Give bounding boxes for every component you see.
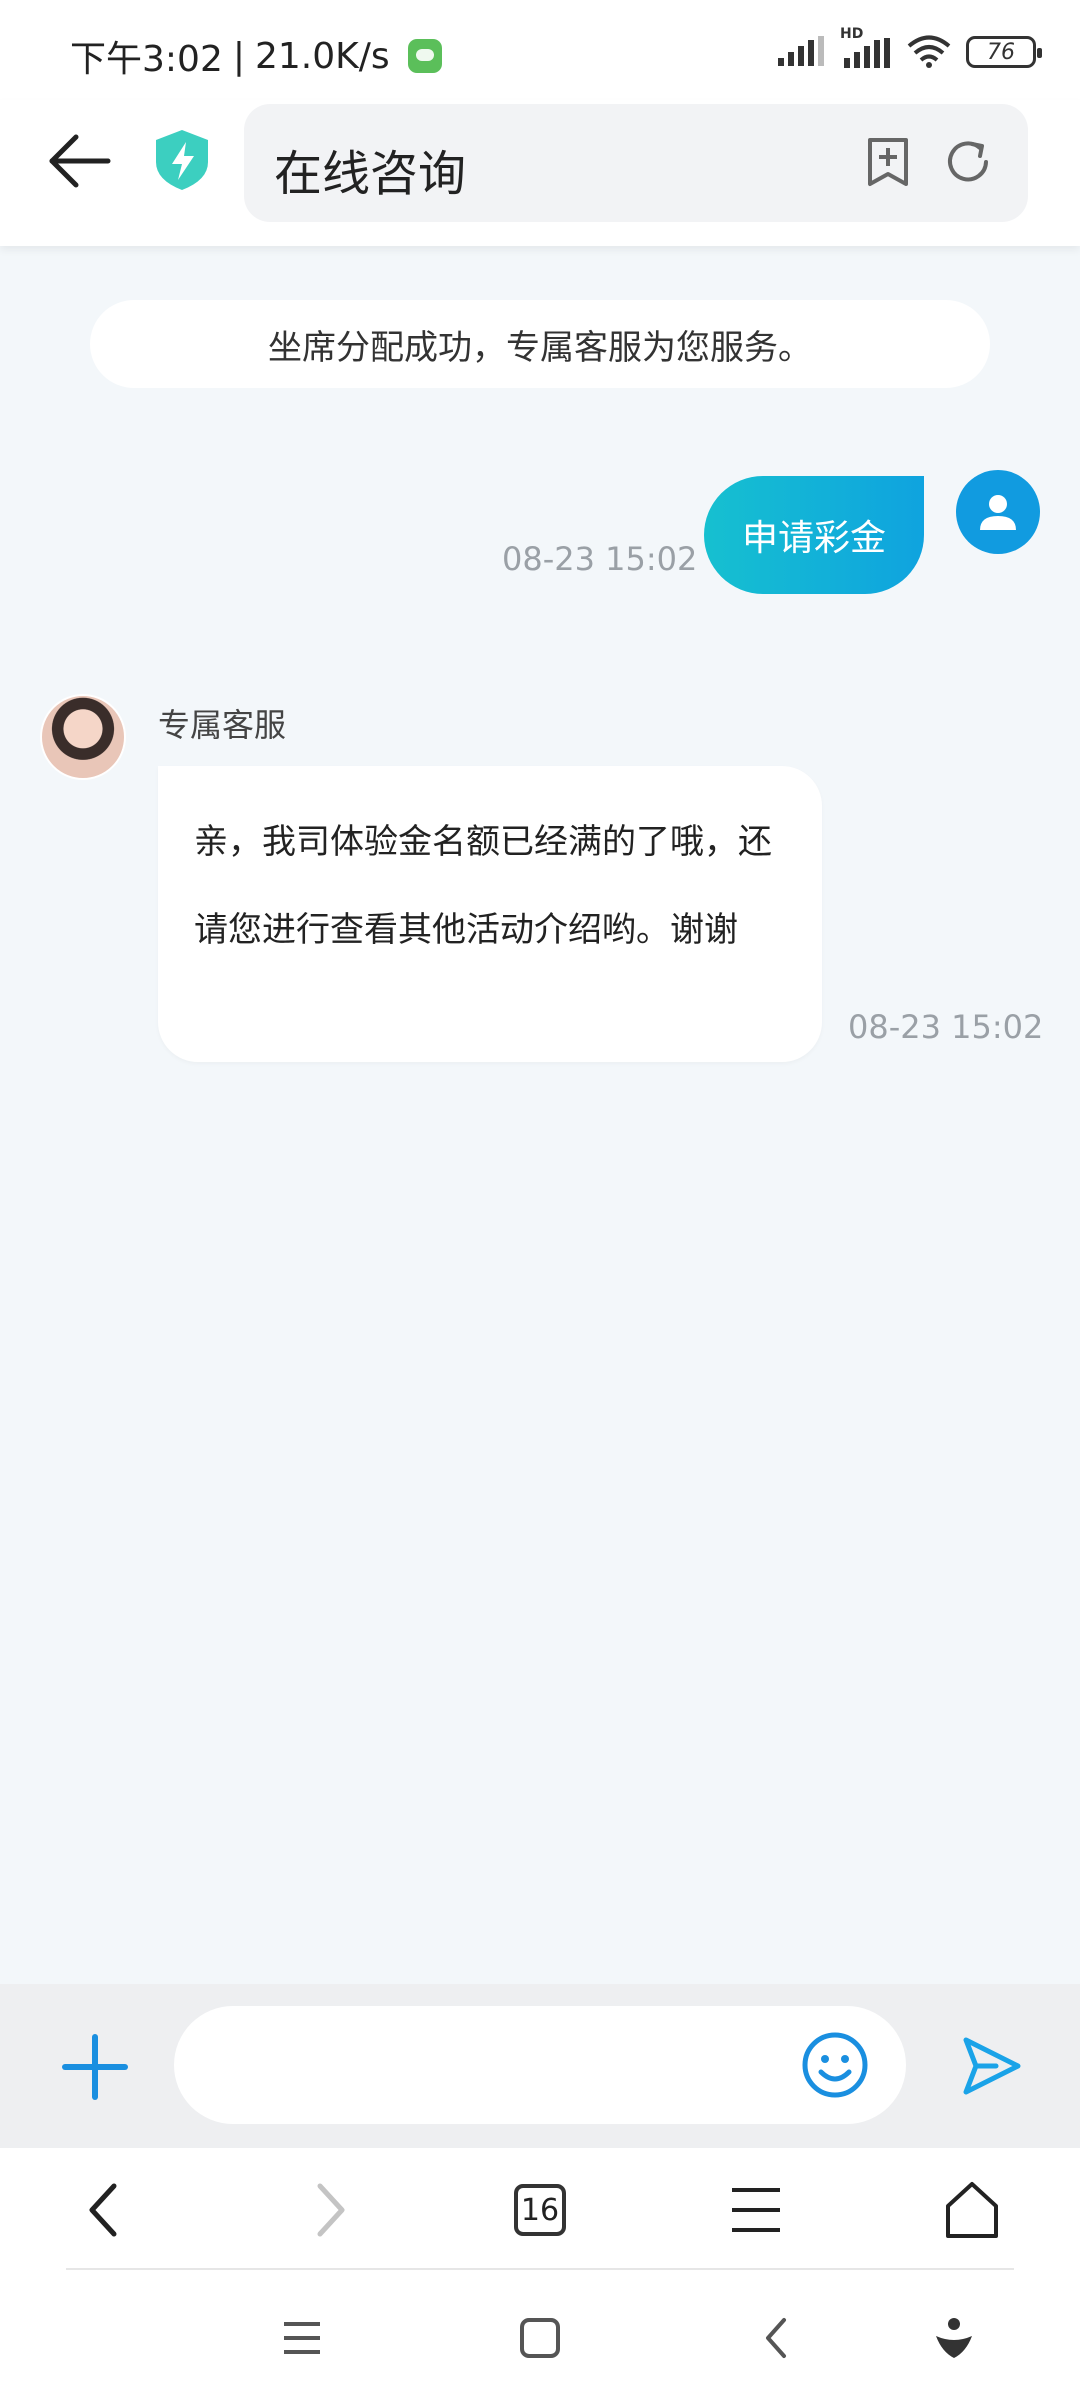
tabs-button[interactable]: 16 <box>508 2178 572 2242</box>
menu-button[interactable] <box>724 2178 788 2242</box>
system-home-button[interactable] <box>516 2314 564 2362</box>
recents-icon <box>284 2322 320 2354</box>
arrow-left-icon <box>49 134 111 188</box>
system-message: 坐席分配成功，专属客服为您服务。 <box>90 300 990 388</box>
home-icon <box>946 2182 998 2238</box>
status-bar: 下午3:02 | 21.0K/s HD 76 <box>0 0 1080 100</box>
message-timestamp: 08-23 15:02 <box>848 1008 1044 1046</box>
menu-icon <box>732 2188 780 2232</box>
signal-icon <box>778 36 824 66</box>
home-button[interactable] <box>940 2178 1004 2242</box>
pdf-app-icon <box>407 39 442 73</box>
nav-back-button[interactable] <box>74 2178 138 2242</box>
battery-level: 76 <box>987 39 1015 65</box>
user-message-bubble[interactable]: 申请彩金 <box>704 476 924 594</box>
emoji-button[interactable] <box>800 2030 870 2100</box>
smiley-icon <box>802 2032 868 2098</box>
assistant-icon <box>936 2318 972 2358</box>
send-button[interactable] <box>960 2034 1024 2098</box>
chat-input-bar <box>0 1984 1080 2148</box>
battery-indicator: 76 <box>966 36 1042 68</box>
tab-count-badge: 16 <box>514 2184 566 2236</box>
system-back-button[interactable] <box>754 2314 802 2362</box>
refresh-button[interactable] <box>940 134 996 190</box>
address-bar[interactable]: 在线咨询 <box>244 104 1028 222</box>
plus-icon <box>62 2034 128 2100</box>
shield-bolt-icon <box>156 130 208 190</box>
user-icon <box>980 495 1016 530</box>
agent-name: 专属客服 <box>158 706 287 744</box>
user-avatar[interactable] <box>956 470 1040 554</box>
page-title: 在线咨询 <box>274 146 467 202</box>
nav-forward-button[interactable] <box>296 2178 360 2242</box>
chevron-left-icon <box>766 2318 786 2358</box>
send-icon <box>963 2037 1021 2095</box>
back-button[interactable] <box>40 126 120 196</box>
system-recents-button[interactable] <box>278 2314 326 2362</box>
refresh-icon <box>948 141 988 182</box>
status-separator: | <box>232 35 245 77</box>
agent-avatar[interactable] <box>40 694 126 780</box>
browser-header: 在线咨询 <box>0 100 1080 246</box>
square-icon <box>520 2318 560 2358</box>
security-shield[interactable] <box>150 128 214 192</box>
signal-hd-icon: HD <box>840 26 892 70</box>
status-right: HD 76 <box>776 26 1042 70</box>
system-assistant-button[interactable] <box>930 2314 978 2362</box>
network-speed: 21.0K/s <box>254 35 390 77</box>
browser-nav-bar: 16 <box>0 2148 1080 2270</box>
message-timestamp: 08-23 15:02 <box>502 540 698 578</box>
wifi-icon <box>907 35 951 68</box>
bookmark-add-icon <box>868 138 908 186</box>
more-options-button[interactable] <box>60 2032 130 2102</box>
chevron-left-icon <box>89 2183 117 2237</box>
chevron-right-icon <box>317 2183 345 2237</box>
add-bookmark-button[interactable] <box>860 134 916 190</box>
system-nav-bar <box>0 2270 1080 2400</box>
agent-message-bubble[interactable]: 亲，我司体验金名额已经满的了哦，还请您进行查看其他活动介绍哟。谢谢 <box>158 766 822 1062</box>
message-input[interactable] <box>174 2006 906 2124</box>
status-left: 下午3:02 | 21.0K/s <box>70 30 442 82</box>
status-time: 下午3:02 <box>70 39 223 80</box>
